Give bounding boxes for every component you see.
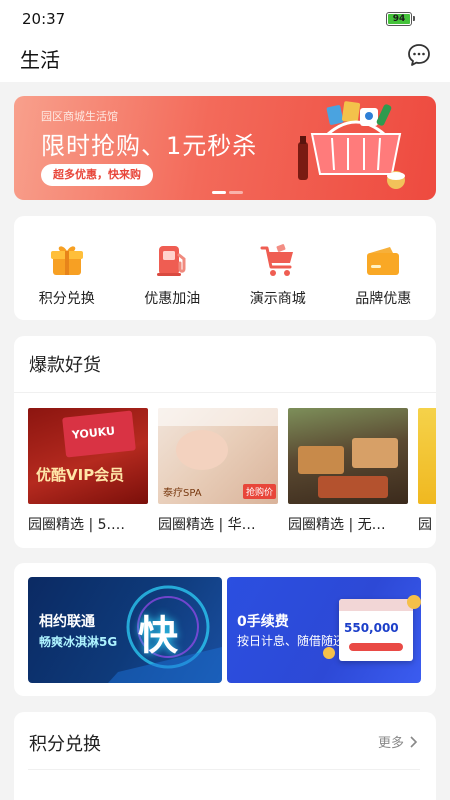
- banner-title: 限时抢购、1元秒杀: [41, 132, 258, 160]
- quick-item-brand-deals[interactable]: 品牌优惠: [331, 216, 437, 320]
- more-link[interactable]: 更多: [378, 732, 418, 751]
- promo-banner[interactable]: 园区商城生活馆 限时抢购、1元秒杀 超多优惠，快来购: [14, 96, 436, 200]
- product-image: [288, 408, 408, 504]
- shopping-basket-illustration: [298, 101, 405, 189]
- promo-loan[interactable]: 0手续费 按日计息、随借随还 550,000: [227, 577, 421, 683]
- banner-pagination: [212, 191, 243, 194]
- quick-item-points-exchange[interactable]: 积分兑换: [14, 216, 120, 320]
- battery-icon: 94: [386, 12, 415, 26]
- promo-big-text: 快: [138, 613, 178, 659]
- coin-icon: [407, 595, 421, 609]
- quick-item-fuel[interactable]: 优惠加油: [120, 216, 226, 320]
- coin-icon: [323, 647, 335, 659]
- quick-menu: 积分兑换 优惠加油 演示商城 品牌优惠: [14, 216, 436, 320]
- product-badge: YOUKU: [71, 424, 116, 442]
- product-name: 园圈精选 | 华…: [158, 517, 256, 533]
- battery-level: 94: [388, 14, 410, 24]
- hot-goods-section: 爆款好货 YOUKU 优酷VIP会员 园圈精选 | 5.… 泰疗SPA 抢购价 …: [14, 336, 436, 548]
- promo-section: 相约联通 畅爽冰淇淋5G 快 0手续费 按日计息、随借随还 550,000: [14, 563, 436, 696]
- divider: [28, 769, 420, 770]
- gift-icon: [50, 246, 83, 275]
- wallet-icon: [367, 247, 400, 275]
- product-badge: 抢购价: [242, 484, 276, 499]
- product-image: [418, 408, 436, 504]
- status-bar: 20:37 94: [0, 0, 450, 38]
- divider: [14, 392, 436, 393]
- promo-subtitle: 畅爽冰淇淋5G: [39, 635, 118, 649]
- shopping-cart-icon: [260, 244, 293, 276]
- points-exchange-section: 积分兑换 更多: [14, 712, 436, 800]
- more-label: 更多: [377, 736, 404, 751]
- fuel-pump-icon: [157, 246, 186, 276]
- product-list: YOUKU 优酷VIP会员 园圈精选 | 5.… 泰疗SPA 抢购价 园圈精选 …: [28, 408, 436, 534]
- product-card[interactable]: 园圈精选 | 无…: [288, 408, 408, 534]
- status-time: 20:37: [22, 10, 66, 28]
- section-title: 爆款好货: [29, 355, 101, 376]
- product-card[interactable]: 园: [418, 408, 436, 534]
- quick-item-label: 优惠加油: [144, 291, 201, 307]
- product-name: 园圈精选 | 无…: [288, 517, 386, 533]
- chevron-right-icon: [410, 735, 418, 748]
- page-title: 生活: [20, 48, 60, 72]
- banner-cta[interactable]: 超多优惠，快来购: [41, 164, 153, 186]
- product-name: 园圈精选 | 5.…: [28, 517, 125, 533]
- promo-title: 相约联通: [39, 614, 95, 630]
- section-title: 积分兑换: [29, 734, 101, 755]
- quick-item-label: 演示商城: [249, 291, 306, 307]
- banner-subtitle: 园区商城生活馆: [41, 110, 118, 123]
- loan-amount: 550,000: [344, 621, 399, 635]
- quick-item-label: 积分兑换: [38, 291, 95, 307]
- product-image-text: 泰疗SPA: [163, 488, 202, 499]
- loan-card-illustration: 550,000: [339, 599, 413, 661]
- pagination-dot[interactable]: [229, 191, 243, 194]
- header: 生活: [0, 38, 450, 82]
- product-image: YOUKU 优酷VIP会员: [28, 408, 148, 504]
- product-image-text: 优酷VIP会员: [36, 466, 125, 484]
- product-card[interactable]: YOUKU 优酷VIP会员 园圈精选 | 5.…: [28, 408, 148, 534]
- promo-unicom-5g[interactable]: 相约联通 畅爽冰淇淋5G 快: [28, 577, 222, 683]
- product-image: 泰疗SPA 抢购价: [158, 408, 278, 504]
- product-card[interactable]: 泰疗SPA 抢购价 园圈精选 | 华…: [158, 408, 278, 534]
- pagination-dot[interactable]: [212, 191, 226, 194]
- quick-item-demo-mall[interactable]: 演示商城: [225, 216, 331, 320]
- product-name: 园: [418, 517, 432, 533]
- chat-bubble-icon[interactable]: [406, 42, 432, 68]
- quick-item-label: 品牌优惠: [355, 291, 412, 307]
- promo-title: 0手续费: [237, 614, 289, 630]
